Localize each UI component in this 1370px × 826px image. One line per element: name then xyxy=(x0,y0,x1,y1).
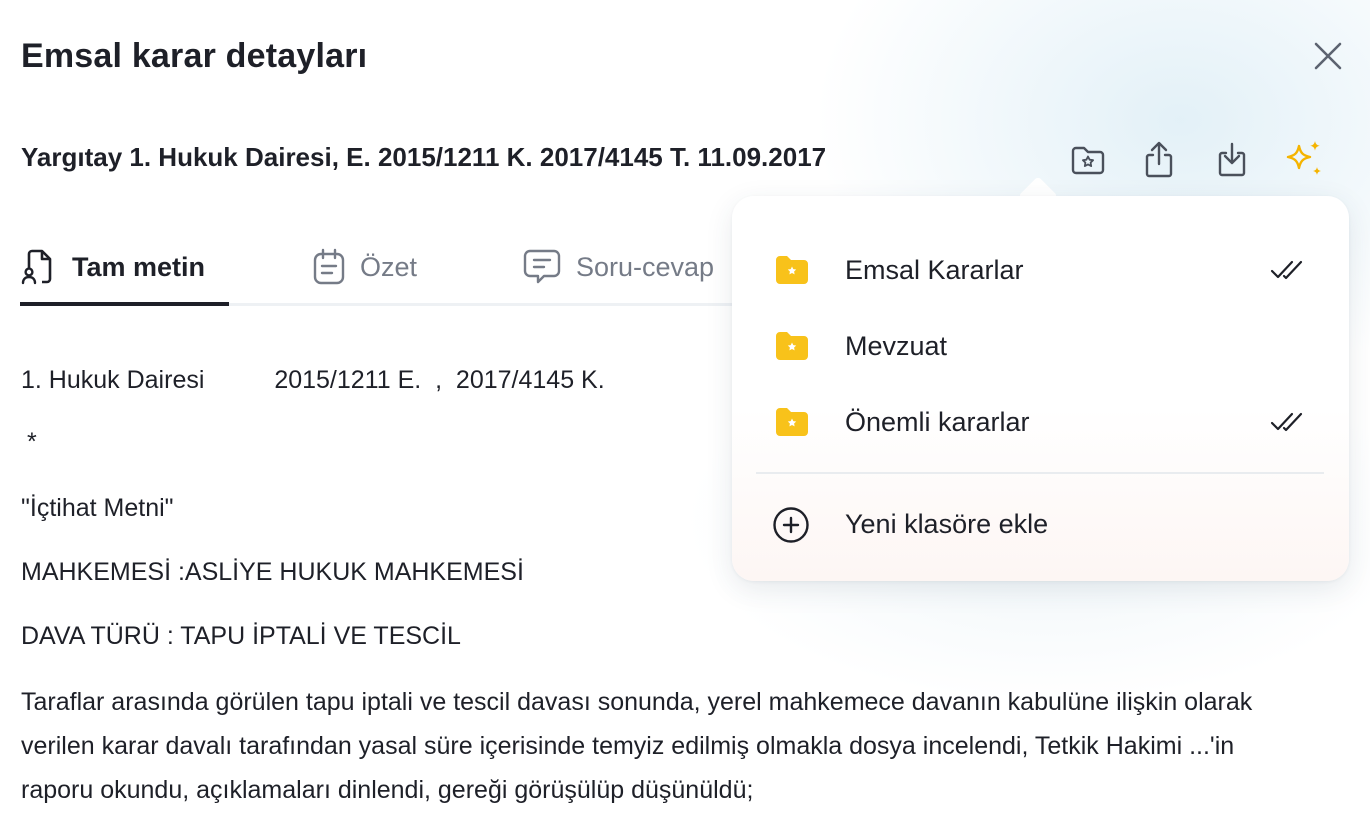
active-tab-indicator xyxy=(20,302,229,306)
folder-item-emsal-kararlar[interactable]: Emsal Kararlar xyxy=(732,238,1349,302)
save-to-folder-button[interactable] xyxy=(1064,136,1112,184)
folder-item-label: Emsal Kararlar xyxy=(845,255,1024,285)
document-person-icon xyxy=(21,249,52,285)
tab-summary[interactable]: Özet xyxy=(312,228,417,306)
dialog-title: Emsal karar detayları xyxy=(21,37,368,75)
text-heading: "İçtihat Metni" xyxy=(21,494,174,522)
ai-assist-button[interactable] xyxy=(1280,136,1328,184)
close-icon xyxy=(1314,42,1342,70)
download-button[interactable] xyxy=(1208,136,1256,184)
case-numbers: 2015/1211 E. , 2017/4145 K. xyxy=(274,366,605,394)
decision-paragraph: Taraflar arasında görülen tapu iptali ve… xyxy=(21,688,1253,804)
tab-summary-label: Özet xyxy=(360,252,418,282)
tab-bar: Tam metin Özet Soru-cevap xyxy=(20,228,732,308)
folder-star-icon xyxy=(776,256,808,284)
share-button[interactable] xyxy=(1135,136,1183,184)
folder-menu: Emsal Kararlar Mevzuat Önemli kararlar Y… xyxy=(732,196,1349,581)
tab-full-text[interactable]: Tam metin xyxy=(20,228,205,306)
tab-qa[interactable]: Soru-cevap xyxy=(522,228,714,306)
court-line: MAHKEMESİ :ASLİYE HUKUK MAHKEMESİ xyxy=(21,558,524,586)
case-type-line: DAVA TÜRÜ : TAPU İPTALİ VE TESCİL xyxy=(21,622,461,650)
chamber-name: 1. Hukuk Dairesi xyxy=(21,366,205,394)
decision-title: Yargıtay 1. Hukuk Dairesi, E. 2015/1211 … xyxy=(21,142,827,172)
double-check-icon xyxy=(1270,260,1303,280)
calendar-note-icon xyxy=(313,248,345,285)
tab-full-text-label: Tam metin xyxy=(72,252,206,282)
folder-star-icon xyxy=(776,332,808,360)
download-icon xyxy=(1218,142,1246,177)
folder-item-onemli-kararlar[interactable]: Önemli kararlar xyxy=(732,390,1349,454)
share-icon xyxy=(1145,141,1173,178)
folder-item-label: Mevzuat xyxy=(845,331,948,361)
close-button[interactable] xyxy=(1306,36,1350,76)
tab-qa-label: Soru-cevap xyxy=(576,252,715,282)
folder-item-mevzuat[interactable]: Mevzuat xyxy=(732,314,1349,378)
folder-star-icon xyxy=(776,408,808,436)
double-check-icon xyxy=(1270,412,1303,432)
plus-circle-icon xyxy=(773,507,809,543)
folder-star-icon xyxy=(1071,146,1105,175)
folder-item-label: Önemli kararlar xyxy=(845,407,1030,437)
chamber-line: 1. Hukuk Dairesi 2015/1211 E. , 2017/414… xyxy=(21,366,605,395)
chat-bubble-icon xyxy=(523,249,561,284)
add-new-folder-label: Yeni klasöre ekle xyxy=(845,509,1049,539)
sparkle-icon xyxy=(1286,141,1321,175)
add-new-folder-button[interactable]: Yeni klasöre ekle xyxy=(732,492,1349,556)
asterisk: * xyxy=(27,428,37,456)
menu-divider xyxy=(756,472,1324,474)
